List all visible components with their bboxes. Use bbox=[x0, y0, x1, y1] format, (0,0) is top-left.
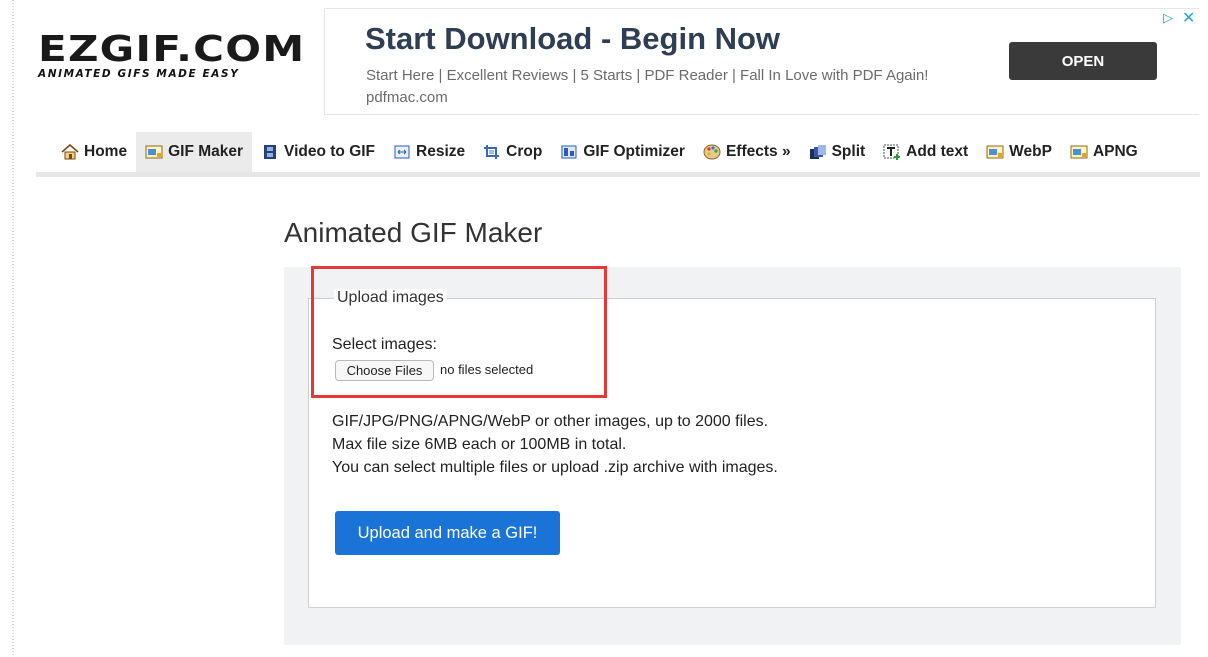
text-icon bbox=[883, 144, 901, 160]
logo-text: EZGIF.COM bbox=[38, 29, 306, 70]
ad-description: Start Here | Excellent Reviews | 5 Start… bbox=[366, 67, 929, 106]
upload-submit-button[interactable]: Upload and make a GIF! bbox=[335, 511, 560, 555]
split-icon bbox=[809, 144, 827, 160]
nav-item-apng[interactable]: APNG bbox=[1061, 132, 1147, 172]
nav-item-video-to-gif[interactable]: Video to GIF bbox=[252, 132, 384, 172]
nav-item-webp[interactable]: WebP bbox=[977, 132, 1061, 172]
nav-item-effects[interactable]: Effects » bbox=[694, 132, 800, 172]
ad-title[interactable]: Start Download - Begin Now bbox=[365, 21, 780, 57]
close-icon[interactable]: ✕ bbox=[1182, 8, 1195, 28]
crop-icon bbox=[483, 144, 501, 160]
info-line: Max file size 6MB each or 100MB in total… bbox=[332, 436, 627, 453]
nav-item-home[interactable]: Home bbox=[52, 132, 136, 172]
ad-choices-icon[interactable]: ▷ bbox=[1163, 10, 1173, 26]
nav-label: Effects » bbox=[725, 143, 791, 160]
nav-item-add-text[interactable]: Add text bbox=[874, 132, 977, 172]
highlight-annotation-box bbox=[311, 266, 607, 398]
nav-label: Split bbox=[831, 143, 866, 160]
nav-label: WebP bbox=[1009, 143, 1052, 160]
nav-item-resize[interactable]: Resize bbox=[384, 132, 474, 172]
ad-open-button[interactable]: OPEN bbox=[1009, 42, 1157, 80]
nav-label: GIF Optimizer bbox=[583, 143, 685, 160]
site-logo[interactable]: EZGIF.COM ANIMATED GIFS MADE EASY bbox=[38, 32, 313, 83]
upload-info: GIF/JPG/PNG/APNG/WebP or other images, u… bbox=[332, 410, 778, 479]
page-edge-decoration bbox=[12, 0, 14, 657]
house-icon bbox=[61, 143, 79, 160]
nav-item-crop[interactable]: Crop bbox=[474, 132, 551, 172]
gif-image-icon bbox=[145, 144, 163, 160]
resize-icon bbox=[393, 144, 411, 160]
optimizer-icon bbox=[560, 144, 578, 160]
nav-label: Home bbox=[84, 143, 128, 160]
apng-image-icon bbox=[1070, 144, 1088, 160]
nav-label: APNG bbox=[1092, 143, 1138, 160]
nav-label: Add text bbox=[906, 143, 969, 160]
main-nav: Home GIF Maker Video to GIF Resize Crop … bbox=[36, 132, 1200, 177]
nav-label: Video to GIF bbox=[284, 143, 376, 160]
palette-icon bbox=[703, 144, 721, 160]
nav-label: Resize bbox=[416, 143, 466, 160]
info-line: GIF/JPG/PNG/APNG/WebP or other images, u… bbox=[332, 413, 769, 430]
film-icon bbox=[261, 144, 279, 160]
webp-image-icon bbox=[986, 144, 1004, 160]
page-title: Animated GIF Maker bbox=[284, 217, 543, 248]
ad-banner[interactable]: Start Download - Begin Now Start Here | … bbox=[324, 8, 1199, 115]
nav-label: Crop bbox=[506, 143, 543, 160]
nav-label: GIF Maker bbox=[168, 143, 244, 160]
nav-item-gif-maker[interactable]: GIF Maker bbox=[136, 132, 253, 172]
nav-item-split[interactable]: Split bbox=[800, 132, 875, 172]
info-line: You can select multiple files or upload … bbox=[332, 459, 778, 476]
nav-item-gif-optimizer[interactable]: GIF Optimizer bbox=[551, 132, 694, 172]
